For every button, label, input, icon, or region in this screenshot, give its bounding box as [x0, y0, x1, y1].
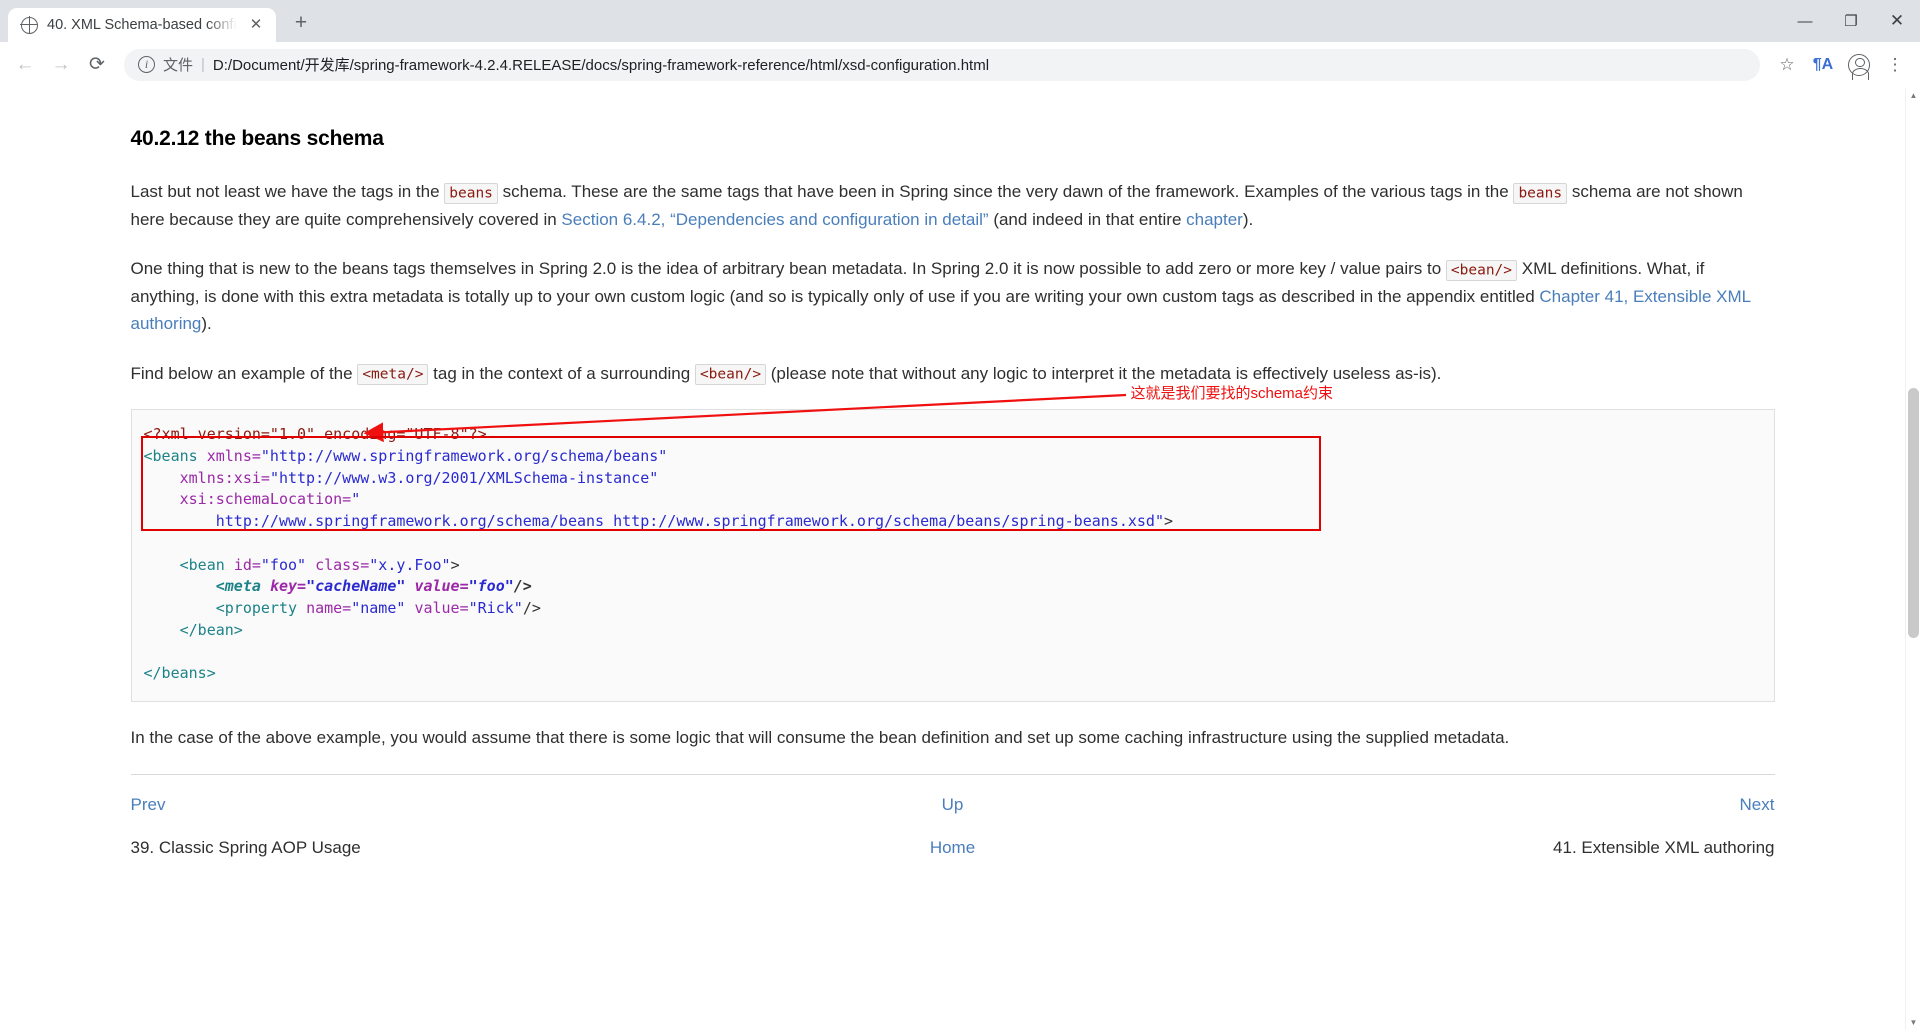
tab-strip: 40. XML Schema-based config ✕ + — ❐ ✕ [0, 0, 1920, 42]
address-bar[interactable]: i 文件 | D:/Document/开发库/spring-framework-… [124, 48, 1760, 81]
tab-title: 40. XML Schema-based config [47, 17, 237, 33]
paragraph-1: Last but not least we have the tags in t… [131, 178, 1775, 233]
document-body: 40.2.12 the beans schema Last but not le… [103, 88, 1803, 862]
paragraph-3: Find below an example of the <meta/> tag… [131, 360, 1775, 388]
page-viewport: 40.2.12 the beans schema Last but not le… [0, 88, 1920, 1030]
forward-icon[interactable]: → [44, 48, 78, 82]
p1-text-2: schema. These are the same tags that hav… [497, 182, 1514, 202]
p2-text-3: ). [201, 314, 212, 334]
page-title: 40.2.12 the beans schema [130, 127, 384, 150]
translate-icon[interactable]: ¶A [1806, 48, 1840, 82]
footer-next-title: 41. Extensible XML authoring [1553, 838, 1775, 858]
p1-text-5: ). [1242, 209, 1254, 229]
new-tab-button[interactable]: + [286, 9, 316, 39]
link-chapter-41-number: Chapter 41, [1539, 286, 1633, 306]
paragraph-2: One thing that is new to the beans tags … [131, 255, 1775, 338]
scroll-up-icon[interactable]: ▲ [1906, 88, 1920, 103]
p3-text-2: tag in the context of a surrounding [428, 363, 695, 383]
window-close-button[interactable]: ✕ [1874, 0, 1920, 42]
link-next[interactable]: Next [1740, 795, 1775, 814]
p3-text-3: (please note that without any logic to i… [766, 363, 1442, 383]
footer-prev-cell: Prev [131, 775, 679, 819]
reload-icon[interactable]: ⟳ [80, 48, 114, 82]
menu-icon[interactable]: ⋮ [1878, 48, 1912, 82]
inline-code-meta-tag: <meta/> [357, 364, 429, 386]
browser-tab[interactable]: 40. XML Schema-based config ✕ [8, 8, 276, 42]
browser-toolbar: ← → ⟳ i 文件 | D:/Document/开发库/spring-fram… [0, 42, 1920, 88]
inline-code-bean-tag-2: <bean/> [694, 364, 767, 386]
inline-code-beans-1: beans [444, 182, 498, 204]
globe-icon [20, 15, 38, 34]
scheme-label: 文件 [163, 57, 194, 74]
footer-navigation: Prev Up Next 39. Classic Spring AOP Usag… [131, 775, 1775, 862]
footer-home-cell: Home [679, 818, 1227, 862]
p1-text-4: (and indeed in that entire [988, 209, 1187, 229]
back-icon[interactable]: ← [8, 48, 42, 82]
footer-prev-title-cell: 39. Classic Spring AOP Usage [131, 818, 679, 862]
annotation-label: 这就是我们要找的schema约束 [1130, 385, 1334, 403]
footer-nav-row-titles: 39. Classic Spring AOP Usage Home 41. Ex… [131, 818, 1775, 862]
vertical-scrollbar[interactable]: ▲ ▼ [1905, 88, 1920, 1030]
footer-prev-title: 39. Classic Spring AOP Usage [130, 838, 361, 858]
link-section-6-4-2[interactable]: Section 6.4.2, “Dependencies and configu… [561, 210, 988, 229]
footer-next-cell: Next [1227, 775, 1775, 819]
inline-code-bean-tag: <bean/> [1445, 259, 1518, 281]
p2-text-1: One thing that is new to the beans tags … [130, 259, 1446, 279]
footer-up-cell: Up [679, 775, 1227, 819]
p1-text-1: Last but not least we have the tags in t… [130, 182, 445, 202]
code-line-xml-decl: <?xml version="1.0" encoding="UTF-8"?> [143, 425, 487, 444]
avatar [1848, 53, 1870, 80]
code-block-container: 这就是我们要找的schema约束 <?xml version="1.0" enc… [130, 385, 1775, 703]
window-controls: — ❐ ✕ [1782, 0, 1920, 42]
minimize-button[interactable]: — [1782, 0, 1828, 42]
p3-text-1: Find below an example of the [130, 363, 358, 383]
url-text: D:/Document/开发库/spring-framework-4.2.4.R… [212, 57, 990, 74]
close-icon[interactable]: ✕ [246, 15, 266, 35]
footer-nav-row-labels: Prev Up Next [131, 775, 1775, 819]
scroll-down-icon[interactable]: ▼ [1906, 1015, 1920, 1030]
footer-next-title-cell: 41. Extensible XML authoring [1227, 818, 1775, 862]
maximize-button[interactable]: ❐ [1828, 0, 1874, 42]
link-prev[interactable]: Prev [131, 795, 166, 814]
page-info-icon[interactable]: i [138, 56, 155, 73]
inline-code-beans-2: beans [1513, 182, 1568, 204]
profile-avatar-icon[interactable] [1842, 48, 1876, 82]
link-up[interactable]: Up [942, 795, 964, 814]
link-home[interactable]: Home [930, 838, 975, 857]
link-chapter[interactable]: chapter [1186, 210, 1243, 229]
xml-code-block: <?xml version="1.0" encoding="UTF-8"?> <… [130, 409, 1775, 703]
browser-window: 40. XML Schema-based config ✕ + — ❐ ✕ ← … [0, 0, 1920, 1030]
paragraph-4: In the case of the above example, you wo… [130, 728, 1510, 748]
omnibox-separator: | [201, 56, 205, 73]
bookmark-star-icon[interactable]: ☆ [1770, 48, 1804, 82]
page-content: 40.2.12 the beans schema Last but not le… [0, 88, 1905, 1030]
scrollbar-thumb[interactable] [1908, 388, 1919, 638]
